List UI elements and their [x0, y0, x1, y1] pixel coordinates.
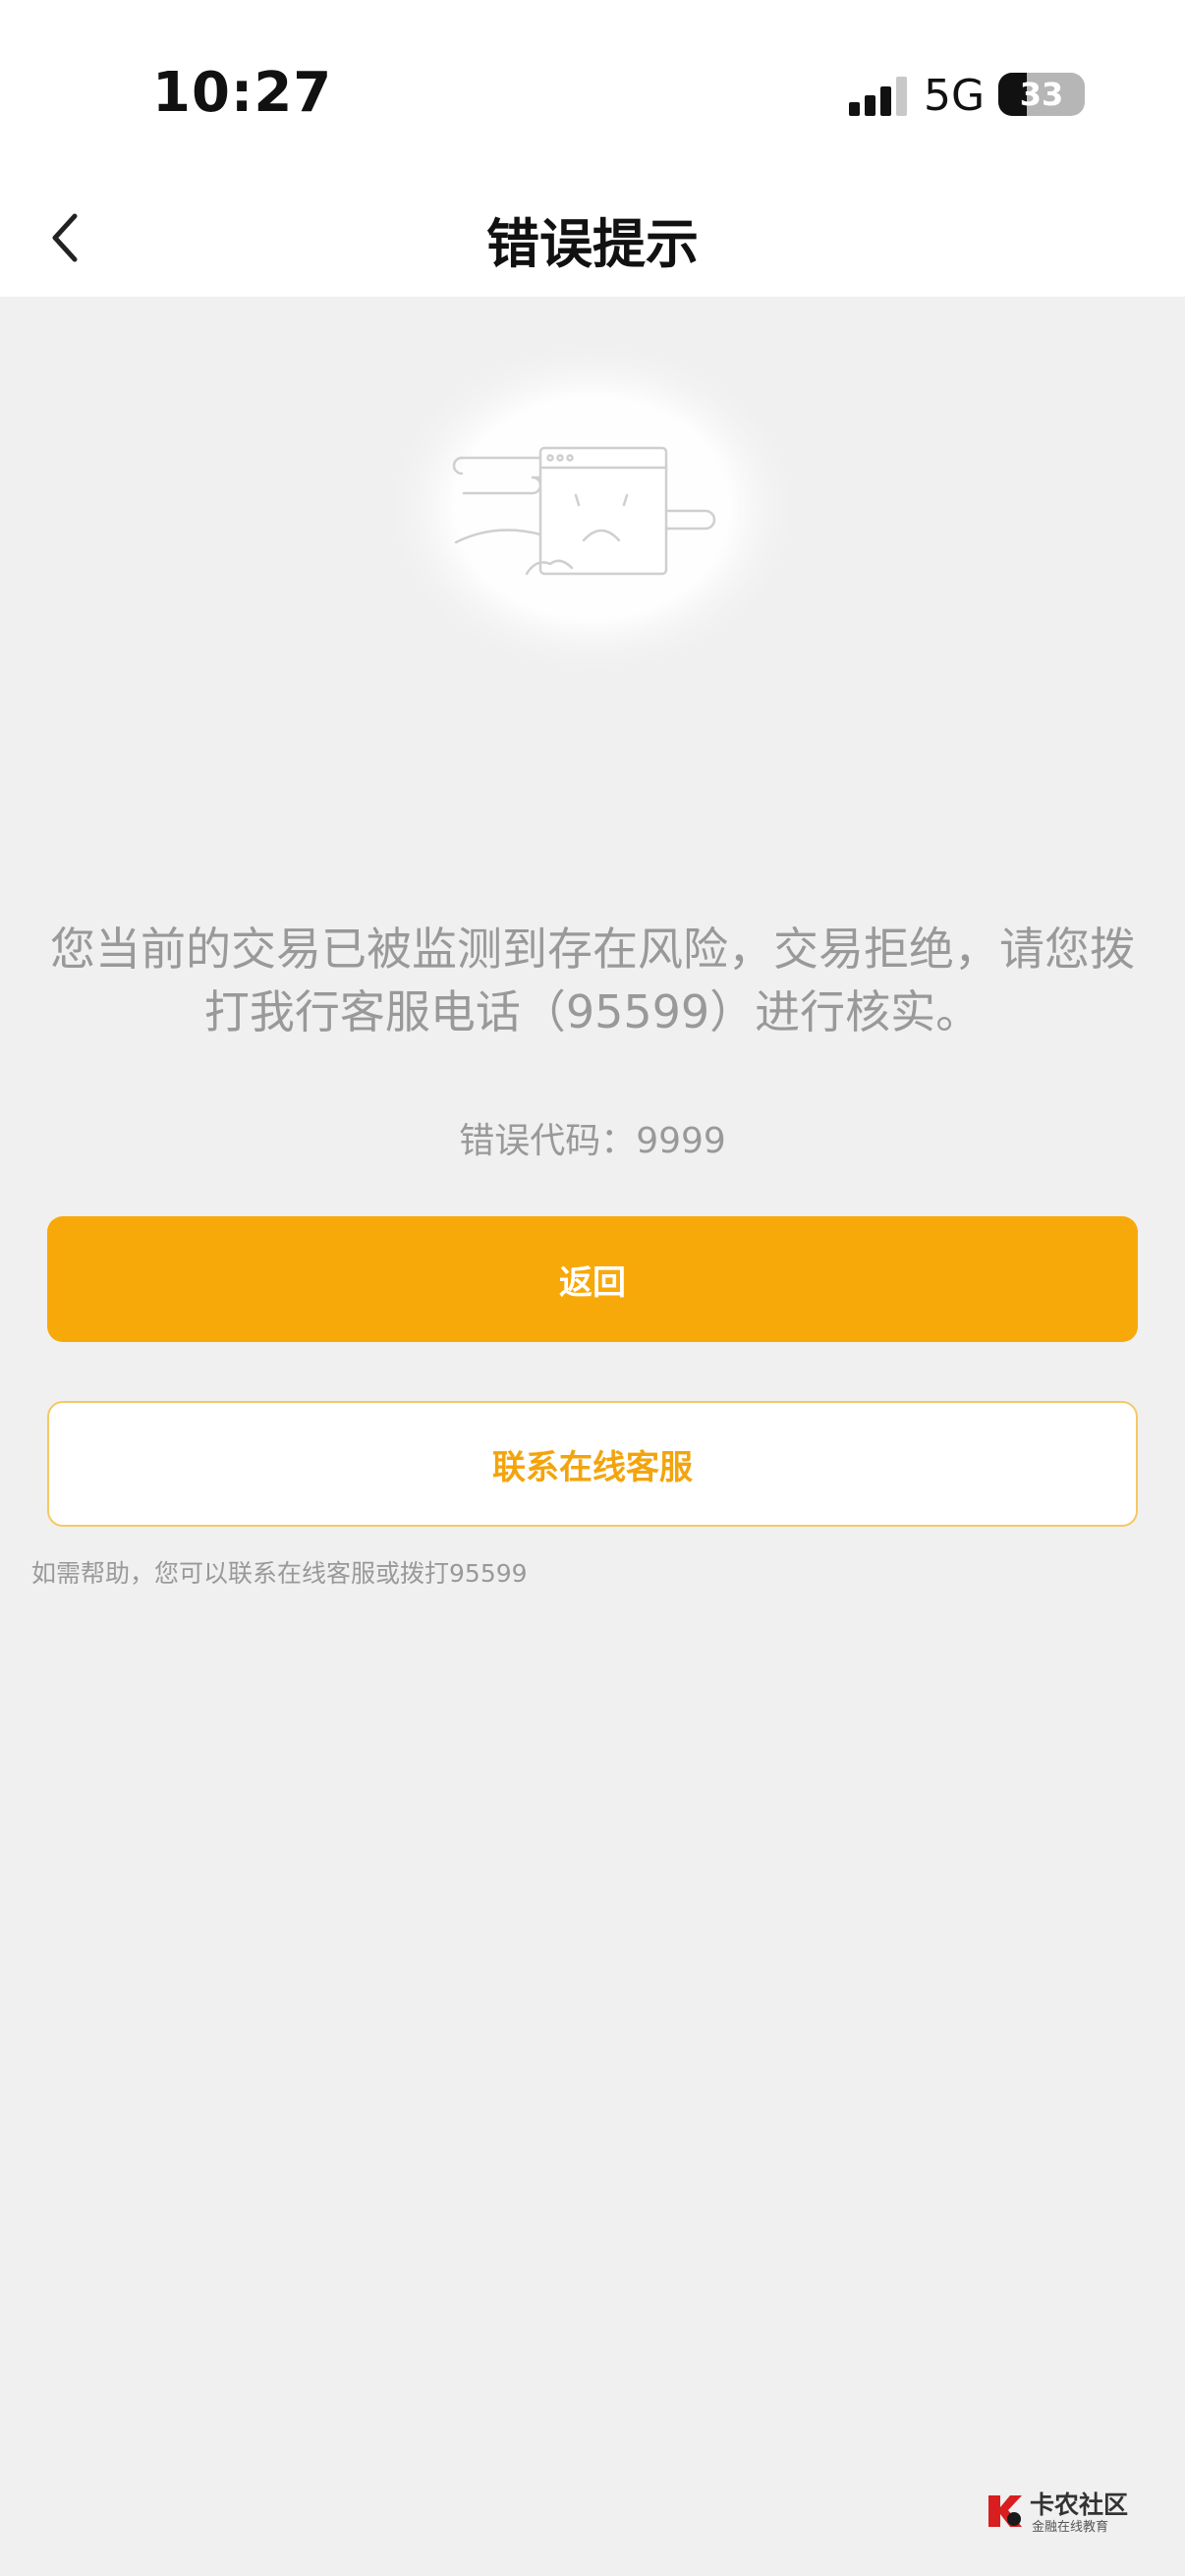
watermark-subtitle: 金融在线教育 — [1032, 2520, 1109, 2535]
nav-bar: 错误提示 — [0, 177, 1185, 297]
kanong-logo-icon — [988, 2495, 1022, 2527]
error-code: 错误代码：9999 — [459, 1121, 726, 1161]
page-title: 错误提示 — [486, 213, 699, 275]
watermark: 卡农社区 金融在线教育 — [985, 2486, 1142, 2535]
battery-level: 33 — [1019, 76, 1064, 113]
back-action-button[interactable]: 返回 — [47, 1216, 1138, 1342]
battery-icon: 33 — [998, 73, 1085, 116]
error-message: 您当前的交易已被监测到存在风险，交易拒绝，请您拨打我行客服电话（95599）进行… — [50, 923, 1135, 1038]
status-time: 10:27 — [152, 61, 333, 125]
sad-browser-window-icon — [379, 336, 806, 680]
network-label: 5G — [924, 71, 986, 121]
battery-cap — [1077, 86, 1083, 102]
status-bar: 10:27 5G 33 — [0, 0, 1185, 177]
help-text: 如需帮助，您可以联系在线客服或拨打95599 — [31, 1559, 528, 1588]
signal-bars-icon — [849, 77, 907, 116]
contact-support-button[interactable]: 联系在线客服 — [47, 1401, 1138, 1527]
